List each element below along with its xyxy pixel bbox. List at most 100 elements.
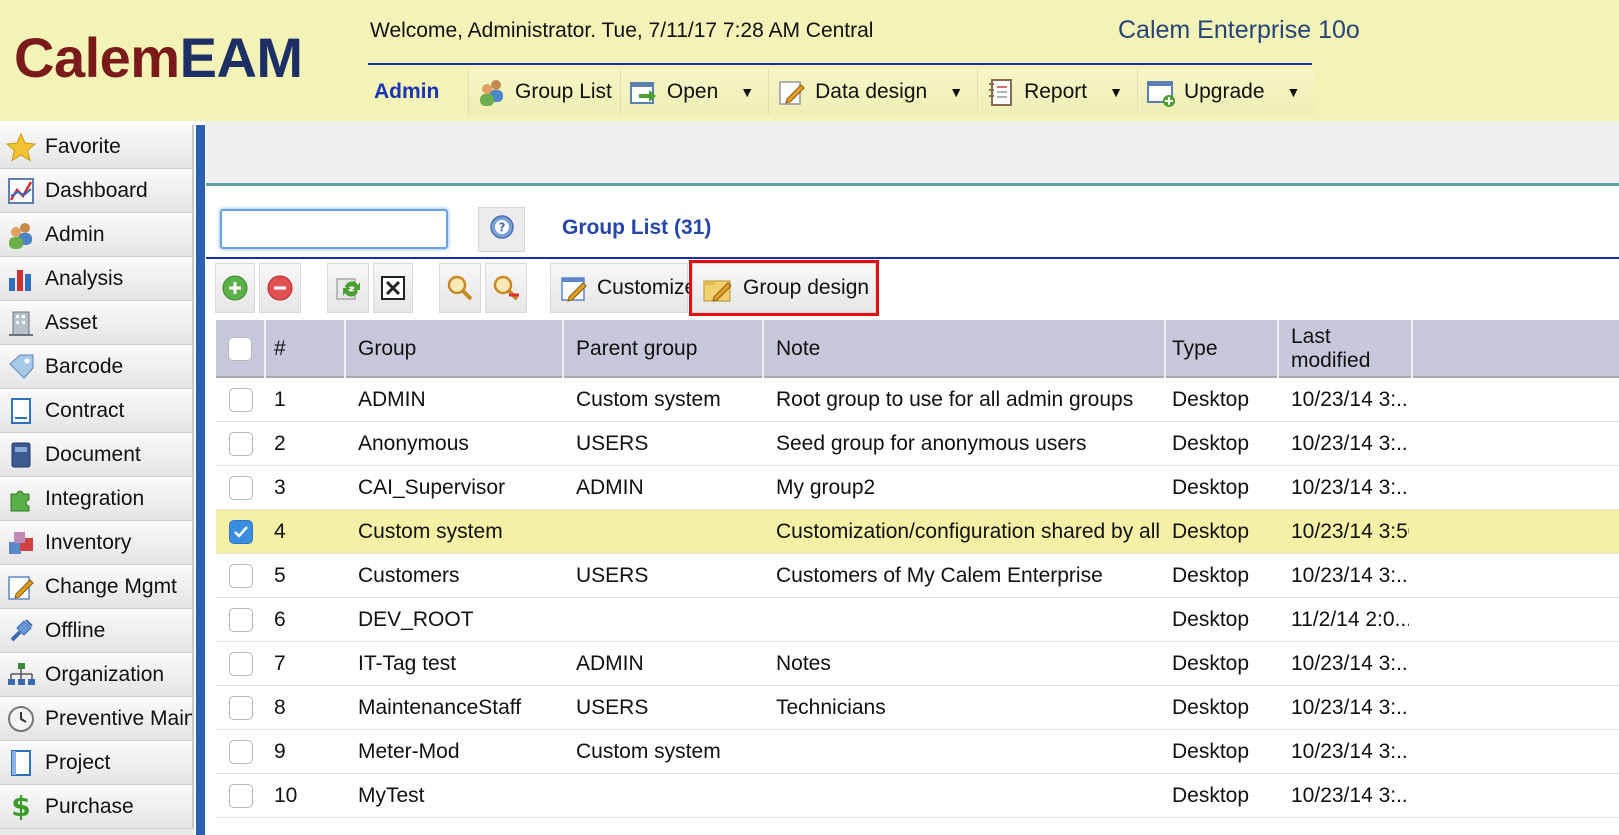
row-checkbox[interactable] (229, 784, 253, 808)
nav-data-design-button[interactable]: Data design ▼ (768, 69, 978, 115)
clear-button[interactable] (373, 263, 413, 313)
group-design-icon (701, 271, 735, 305)
nav-upgrade-button[interactable]: Upgrade ▼ (1136, 69, 1315, 115)
clear-search-button[interactable] (485, 263, 527, 313)
search-input[interactable] (220, 209, 448, 249)
sidebar-item-barcode[interactable]: Barcode (0, 345, 194, 389)
delete-button[interactable] (259, 263, 301, 313)
module-title-admin[interactable]: Admin (368, 80, 468, 104)
row-checkbox[interactable] (229, 388, 253, 412)
last-modified-cell: 10/23/14 3:... (1291, 696, 1409, 719)
row-checkbox[interactable] (229, 652, 253, 676)
table-row-selected[interactable]: 4 Custom system Customization/configurat… (216, 510, 1619, 554)
nav-open-button[interactable]: Open ▼ (619, 69, 769, 115)
close-box-icon (376, 271, 410, 305)
row-checkbox[interactable] (229, 432, 253, 456)
column-header-note[interactable]: Note (764, 320, 1166, 378)
last-modified-cell: 10/23/14 3:... (1291, 564, 1409, 587)
report-notebook-icon (986, 77, 1016, 107)
sidebar-item-asset[interactable]: Asset (0, 301, 194, 345)
help-button[interactable]: ? (478, 207, 525, 252)
table-row[interactable]: 5 Customers USERS Customers of My Calem … (216, 554, 1619, 598)
column-header-type[interactable]: Type (1166, 320, 1279, 378)
nav-group-list-button[interactable]: Group List (468, 69, 620, 115)
sidebar-item-document[interactable]: Document (0, 433, 194, 477)
sidebar-item-analysis[interactable]: Analysis (0, 257, 194, 301)
nav-report-button[interactable]: Report ▼ (977, 69, 1137, 115)
refresh-button[interactable] (327, 263, 369, 313)
sidebar-item-organization[interactable]: Organization (0, 653, 194, 697)
table-row[interactable]: 8 MaintenanceStaff USERS Technicians Des… (216, 686, 1619, 730)
sidebar-item-favorite[interactable]: Favorite (0, 125, 194, 169)
row-number: 10 (274, 784, 298, 807)
note-cell: Technicians (776, 696, 886, 719)
select-all-checkbox[interactable] (228, 337, 252, 361)
table-row[interactable]: 6 DEV_ROOT Desktop 11/2/14 2:0... (216, 598, 1619, 642)
sidebar-item-preventive-main[interactable]: Preventive Main (0, 697, 194, 741)
dashboard-chart-icon (5, 175, 37, 207)
column-header-group[interactable]: Group (346, 320, 564, 378)
search-button[interactable] (439, 263, 481, 313)
sidebar-item-integration[interactable]: Integration (0, 477, 194, 521)
parent-group-cell: ADMIN (576, 652, 644, 675)
row-checkbox[interactable] (229, 564, 253, 588)
add-button[interactable] (215, 263, 255, 313)
sidebar-item-offline[interactable]: Offline (0, 609, 194, 653)
row-checkbox-checked[interactable] (229, 520, 253, 544)
checkmark-icon (234, 526, 248, 538)
column-header-last-modified[interactable]: Last modified (1279, 320, 1413, 378)
sidebar-item-dashboard[interactable]: Dashboard (0, 169, 194, 213)
type-cell: Desktop (1172, 608, 1250, 631)
users-icon (477, 77, 507, 107)
sidebar-item-label: Change Mgmt (45, 574, 177, 598)
group-cell: Customers (358, 564, 460, 587)
admin-users-icon (5, 219, 37, 251)
last-modified-cell: 10/23/14 3:... (1291, 432, 1409, 455)
chevron-down-icon[interactable]: ▼ (1287, 84, 1301, 100)
chevron-down-icon[interactable]: ▼ (949, 84, 963, 100)
table-row[interactable]: 1 ADMIN Custom system Root group to use … (216, 378, 1619, 422)
row-number: 2 (274, 432, 286, 455)
type-cell: Desktop (1172, 740, 1250, 763)
row-checkbox[interactable] (229, 476, 253, 500)
table-row[interactable]: 9 Meter-Mod Custom system Desktop 10/23/… (216, 730, 1619, 774)
sidebar-item-inventory[interactable]: Inventory (0, 521, 194, 565)
sidebar-item-purchase[interactable]: $ Purchase (0, 785, 194, 829)
table-row[interactable]: 7 IT-Tag test ADMIN Notes Desktop 10/23/… (216, 642, 1619, 686)
row-checkbox[interactable] (229, 696, 253, 720)
search-clear-icon (489, 271, 523, 305)
column-header-number[interactable]: # (266, 320, 346, 378)
row-checkbox-cell (216, 378, 266, 422)
row-checkbox-cell (216, 554, 266, 598)
column-header-filler (1413, 320, 1619, 378)
row-checkbox-cell (216, 466, 266, 510)
parent-group-cell: USERS (576, 696, 649, 719)
sidebar-item-contract[interactable]: Contract (0, 389, 194, 433)
dollar-icon: $ (11, 790, 31, 823)
project-doc-icon (5, 747, 37, 779)
contract-doc-icon (5, 395, 37, 427)
tab-area (206, 121, 1619, 184)
table-row[interactable]: 3 CAI_Supervisor ADMIN My group2 Desktop… (216, 466, 1619, 510)
chevron-down-icon[interactable]: ▼ (1109, 84, 1123, 100)
row-checkbox[interactable] (229, 608, 253, 632)
bar-chart-icon (5, 263, 37, 295)
group-design-button[interactable]: Group design (689, 260, 879, 316)
title-divider (206, 257, 1619, 259)
chevron-down-icon[interactable]: ▼ (740, 84, 754, 100)
asset-building-icon (5, 307, 37, 339)
search-icon (443, 271, 477, 305)
customize-button[interactable]: Customize (550, 263, 696, 313)
column-header-parent-group[interactable]: Parent group (564, 320, 764, 378)
table-row[interactable]: 10 MyTest Desktop 10/23/14 3:... (216, 774, 1619, 818)
sidebar-item-project[interactable]: Project (0, 741, 194, 785)
row-checkbox[interactable] (229, 740, 253, 764)
document-book-icon (5, 439, 37, 471)
group-cell: DEV_ROOT (358, 608, 474, 631)
sidebar-divider[interactable] (196, 125, 205, 835)
sidebar-item-admin[interactable]: Admin (0, 213, 194, 257)
table-row[interactable]: 2 Anonymous USERS Seed group for anonymo… (216, 422, 1619, 466)
type-cell: Desktop (1172, 476, 1250, 499)
sidebar-item-change-mgmt[interactable]: Change Mgmt (0, 565, 194, 609)
row-number: 1 (274, 388, 286, 411)
